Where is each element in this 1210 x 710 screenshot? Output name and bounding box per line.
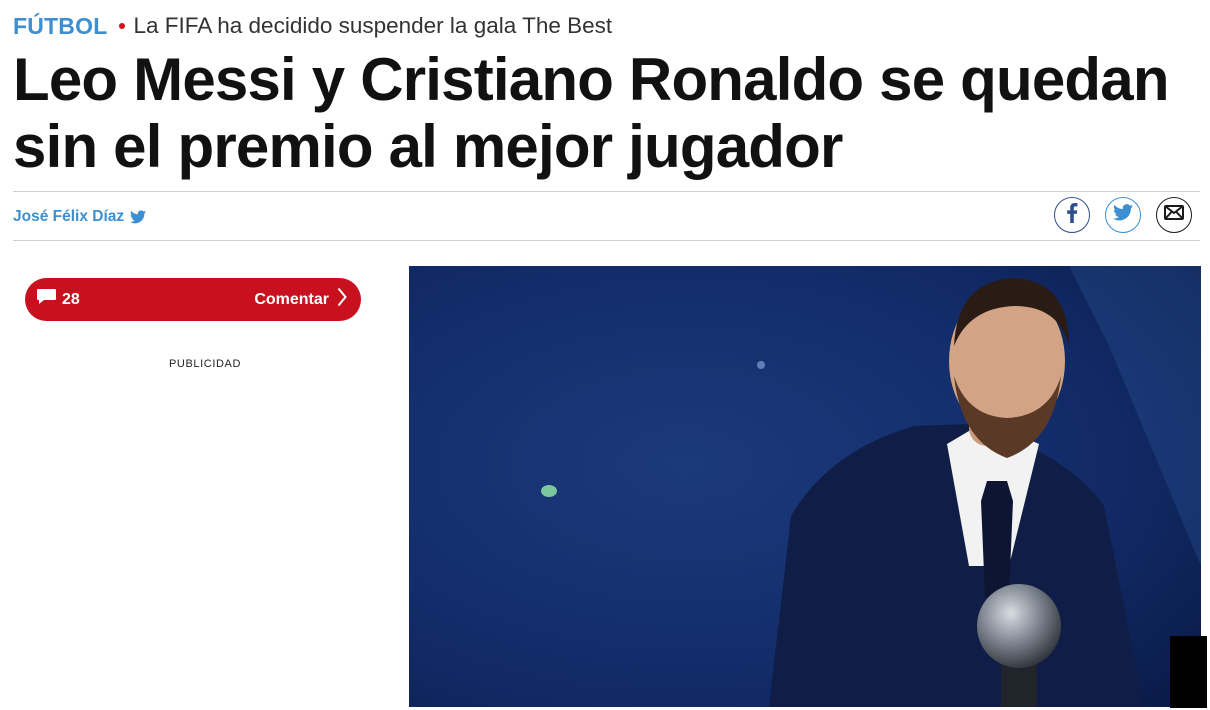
- comment-count: 28: [62, 290, 80, 308]
- share-facebook-button[interactable]: [1054, 197, 1090, 233]
- share-email-button[interactable]: [1156, 197, 1192, 233]
- advertising-label: PUBLICIDAD: [168, 358, 242, 370]
- article-photo[interactable]: [409, 266, 1201, 707]
- divider-top: [13, 191, 1200, 192]
- comment-button[interactable]: 28 Comentar: [25, 278, 361, 321]
- comment-button-label: Comentar: [254, 290, 329, 308]
- author-byline: José Félix Díaz: [13, 206, 147, 228]
- divider-bottom: [13, 240, 1200, 241]
- share-twitter-button[interactable]: [1105, 197, 1141, 233]
- email-icon: [1164, 205, 1184, 225]
- author-twitter-icon[interactable]: [130, 210, 147, 224]
- kicker-separator-dot: [119, 23, 126, 29]
- comment-bubble-icon: [37, 289, 56, 310]
- article-headline: Leo Messi y Cristiano Ronaldo se quedan …: [13, 46, 1170, 180]
- section-link[interactable]: FÚTBOL: [13, 13, 107, 40]
- facebook-icon: [1066, 202, 1078, 228]
- right-edge-block: [1170, 636, 1207, 708]
- twitter-icon: [1113, 204, 1133, 226]
- article-kicker: FÚTBOL La FIFA ha decidido suspender la …: [13, 10, 612, 42]
- author-name-link[interactable]: José Félix Díaz: [13, 208, 124, 226]
- article-subtitle: La FIFA ha decidido suspender la gala Th…: [133, 13, 613, 38]
- chevron-right-icon: [337, 287, 347, 312]
